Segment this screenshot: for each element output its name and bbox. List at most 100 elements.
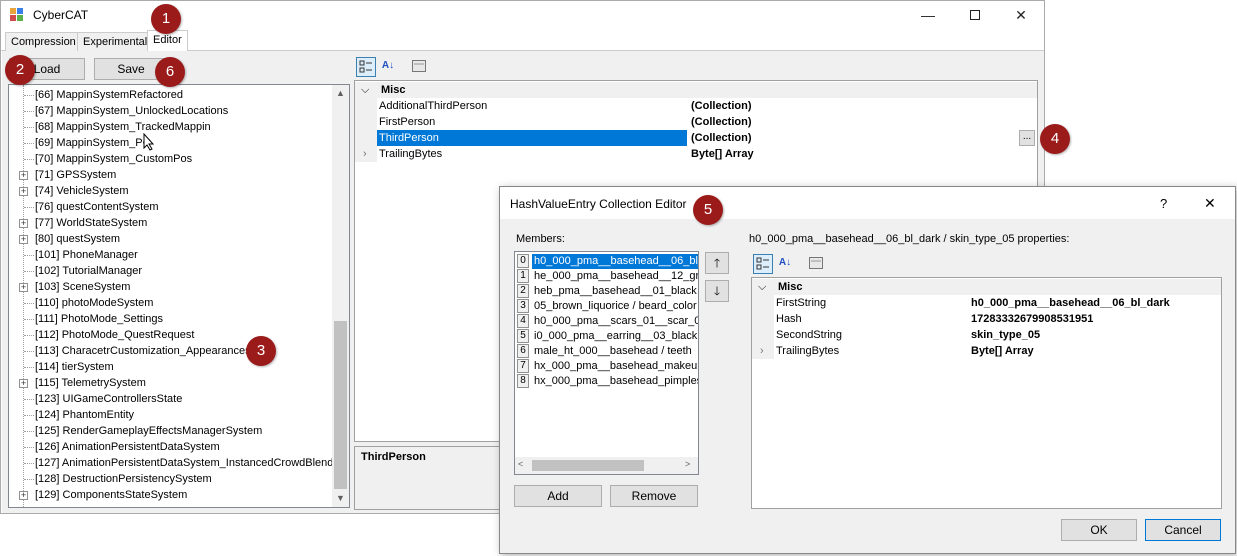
- tree-item[interactable]: [112] PhotoMode_QuestRequest: [9, 327, 329, 343]
- alphabetical-sort-icon[interactable]: A↓: [775, 254, 795, 274]
- tree-item[interactable]: [68] MappinSystem_TrackedMappin: [9, 119, 329, 135]
- move-up-button[interactable]: 🡑: [705, 252, 729, 274]
- property-row-trailingbytes[interactable]: › TrailingBytes Byte[] Array: [752, 343, 1221, 359]
- dialog-property-grid[interactable]: ⌵ Misc FirstString h0_000_pma__basehead_…: [751, 277, 1222, 509]
- chevron-down-icon[interactable]: ⌵: [758, 279, 766, 295]
- scroll-thumb[interactable]: [334, 321, 347, 489]
- tree-item[interactable]: [67] MappinSystem_UnlockedLocations: [9, 103, 329, 119]
- member-item[interactable]: 5 i0_000_pma__earring__03_black: [515, 329, 698, 344]
- add-button[interactable]: Add: [514, 485, 602, 507]
- ok-button[interactable]: OK: [1061, 519, 1137, 541]
- tree-item[interactable]: + [129] ComponentsStateSystem: [9, 487, 329, 503]
- tree-item[interactable]: [124] PhantomEntity: [9, 407, 329, 423]
- member-index: 1: [517, 269, 529, 283]
- member-item[interactable]: 6 male_ht_000__basehead / teeth: [515, 344, 698, 359]
- expand-icon[interactable]: +: [19, 219, 28, 228]
- member-item[interactable]: 7 hx_000_pma__basehead_makeup: [515, 359, 698, 374]
- window-title: CyberCAT: [33, 8, 89, 22]
- property-row-additionalthirdperson[interactable]: AdditionalThirdPerson (Collection): [355, 98, 1037, 114]
- minimize-button[interactable]: —: [913, 5, 943, 25]
- expand-icon[interactable]: +: [19, 283, 28, 292]
- tree-item[interactable]: + [103] SceneSystem: [9, 279, 329, 295]
- tree-item[interactable]: [114] tierSystem: [9, 359, 329, 375]
- categorized-icon[interactable]: [356, 57, 376, 77]
- maximize-button[interactable]: [960, 5, 990, 25]
- tree-item[interactable]: [123] UIGameControllersState: [9, 391, 329, 407]
- tree-item[interactable]: + [115] TelemetrySystem: [9, 375, 329, 391]
- tab-experimental[interactable]: Experimental: [77, 32, 154, 51]
- property-row-secondstring[interactable]: SecondString skin_type_05: [752, 327, 1221, 343]
- scroll-left-icon[interactable]: <: [518, 459, 523, 469]
- annotation-badge: 5: [693, 195, 723, 225]
- close-icon[interactable]: ✕: [1204, 195, 1216, 212]
- tree-item-label: [127] AnimationPersistentDataSystem_Inst…: [35, 457, 334, 469]
- categorized-icon[interactable]: [753, 254, 773, 274]
- tree-item-label: [113] CharacetrCustomization_Appearances: [35, 345, 251, 357]
- expand-icon[interactable]: +: [19, 187, 28, 196]
- expand-icon[interactable]: +: [19, 171, 28, 180]
- annotation-badge: 2: [5, 55, 35, 85]
- system-tree[interactable]: [66] MappinSystemRefactored [67] MappinSy…: [8, 84, 350, 508]
- property-pages-icon[interactable]: [806, 254, 826, 274]
- tree-item[interactable]: + [77] WorldStateSystem: [9, 215, 329, 231]
- cancel-button[interactable]: Cancel: [1145, 519, 1221, 541]
- member-index: 0: [517, 254, 529, 268]
- chevron-right-icon[interactable]: ›: [760, 343, 764, 359]
- category-misc[interactable]: ⌵ Misc: [355, 82, 1037, 98]
- property-row-firstperson[interactable]: FirstPerson (Collection): [355, 114, 1037, 130]
- category-misc[interactable]: ⌵ Misc: [752, 279, 1221, 295]
- member-label: hx_000_pma__basehead_pimples: [534, 375, 698, 387]
- tree-item-label: [102] TutorialManager: [35, 265, 143, 277]
- member-item[interactable]: 2 heb_pma__basehead__01_black: [515, 284, 698, 299]
- member-item[interactable]: 1 he_000_pma__basehead__12_grey: [515, 269, 698, 284]
- members-list[interactable]: 0h0_000_pma__basehead__06_bl_dark / skin…: [514, 251, 699, 475]
- chevron-down-icon[interactable]: ⌵: [361, 82, 369, 98]
- tree-item[interactable]: [110] photoModeSystem: [9, 295, 329, 311]
- property-row-firststring[interactable]: FirstString h0_000_pma__basehead__06_bl_…: [752, 295, 1221, 311]
- expand-icon[interactable]: +: [19, 235, 28, 244]
- member-item[interactable]: 0h0_000_pma__basehead__06_bl_dark / skin…: [515, 254, 698, 269]
- tree-item[interactable]: [125] RenderGameplayEffectsManagerSystem: [9, 423, 329, 439]
- tree-connector: [24, 319, 34, 320]
- tree-connector: [24, 127, 34, 128]
- remove-button[interactable]: Remove: [610, 485, 698, 507]
- ellipsis-button[interactable]: ...: [1019, 130, 1035, 146]
- tree-item[interactable]: [70] MappinSystem_CustomPos: [9, 151, 329, 167]
- tree-item[interactable]: + [80] questSystem: [9, 231, 329, 247]
- member-item[interactable]: 8 hx_000_pma__basehead_pimples: [515, 374, 698, 389]
- help-button[interactable]: ?: [1160, 196, 1167, 211]
- close-button[interactable]: ✕: [1006, 5, 1036, 25]
- tree-item-label: [112] PhotoMode_QuestRequest: [35, 329, 195, 341]
- property-pages-icon[interactable]: [409, 57, 429, 77]
- tree-item[interactable]: [126] AnimationPersistentDataSystem: [9, 439, 329, 455]
- expand-icon[interactable]: +: [19, 379, 28, 388]
- tree-item[interactable]: + [71] GPSSystem: [9, 167, 329, 183]
- tree-item[interactable]: [127] AnimationPersistentDataSystem_Inst…: [9, 455, 333, 471]
- scroll-up-icon[interactable]: ▲: [332, 85, 349, 102]
- tree-item[interactable]: [101] PhoneManager: [9, 247, 329, 263]
- tree-item[interactable]: [111] PhotoMode_Settings: [9, 311, 329, 327]
- scroll-down-icon[interactable]: ▼: [332, 490, 349, 507]
- expand-icon[interactable]: +: [19, 491, 28, 500]
- property-row-thirdperson[interactable]: ThirdPerson (Collection) ...: [355, 130, 1037, 146]
- tree-item[interactable]: + [74] VehicleSystem: [9, 183, 329, 199]
- scroll-thumb[interactable]: [532, 460, 644, 471]
- property-row-hash[interactable]: Hash 17283332679908531951: [752, 311, 1221, 327]
- tree-item-label: [110] photoModeSystem: [35, 297, 154, 309]
- tree-item[interactable]: [66] MappinSystemRefactored: [9, 87, 329, 103]
- tree-item[interactable]: [128] DestructionPersistencySystem: [9, 471, 329, 487]
- tree-item[interactable]: [113] CharacetrCustomization_Appearances: [9, 343, 329, 359]
- move-down-button[interactable]: 🡓: [705, 280, 729, 302]
- tab-compression[interactable]: Compression: [5, 32, 82, 51]
- scroll-right-icon[interactable]: >: [685, 459, 690, 469]
- tree-item[interactable]: [69] MappinSystem_PO: [9, 135, 329, 151]
- tree-scrollbar[interactable]: ▲ ▼: [332, 85, 349, 507]
- chevron-right-icon[interactable]: ›: [363, 146, 367, 162]
- member-item[interactable]: 3 05_brown_liquorice / beard_color: [515, 299, 698, 314]
- property-row-trailingbytes[interactable]: › TrailingBytes Byte[] Array: [355, 146, 1037, 162]
- alphabetical-sort-icon[interactable]: A↓: [378, 57, 398, 77]
- member-item[interactable]: 4 h0_000_pma__scars_01__scar_01: [515, 314, 698, 329]
- tree-item[interactable]: [102] TutorialManager: [9, 263, 329, 279]
- tree-item[interactable]: [76] questContentSystem: [9, 199, 329, 215]
- members-hscrollbar[interactable]: < >: [515, 457, 698, 474]
